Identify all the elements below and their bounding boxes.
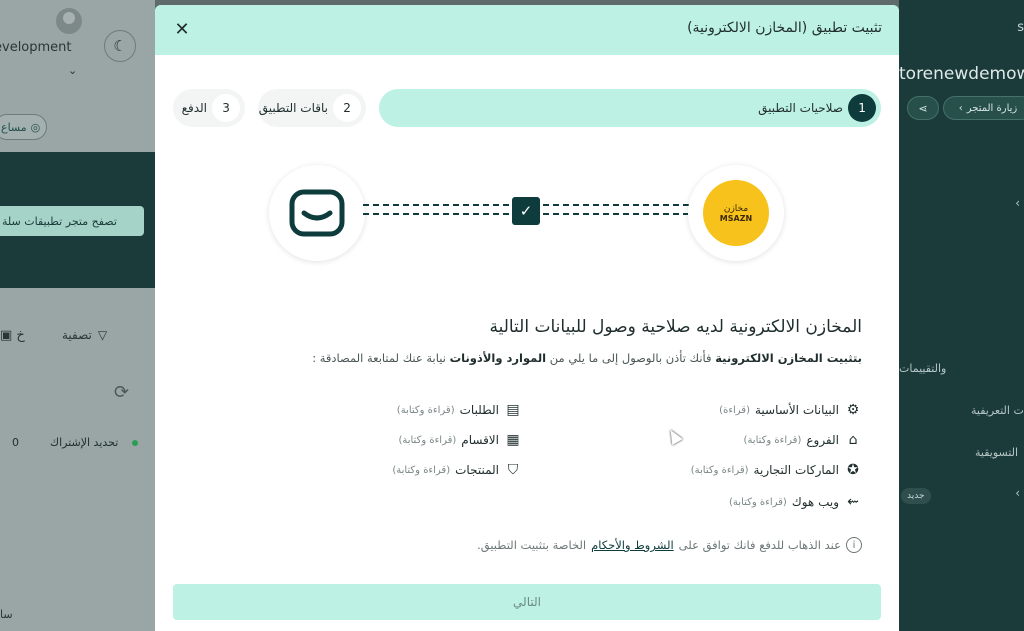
lifebuoy-icon: ◎ xyxy=(30,120,41,134)
filter-icon: ▽ xyxy=(97,328,108,342)
step-plans: 2 باقات التطبيق xyxy=(258,89,366,127)
msazn-logo-text-en: MSAZN xyxy=(719,213,753,223)
modal-title: تثبيت تطبيق (المخازن الالكترونية) xyxy=(687,20,882,36)
chevron-down-icon[interactable]: ⌄ xyxy=(68,64,77,77)
msazn-logo: مخازن MSAZN xyxy=(688,165,784,261)
store-name: torenewdemow xyxy=(899,64,1024,84)
background-right-sidebar: s torenewdemow ⋖ ‹ زيارة المتجر ‹ والتقي… xyxy=(899,0,1024,631)
permissions-title: المخازن الالكترونية لديه صلاحية وصول للب… xyxy=(489,317,862,337)
box-icon: ▤ xyxy=(506,402,520,418)
status-dot xyxy=(132,440,138,446)
terms-notice: i عند الذهاب للدفع فانك توافق على الشروط… xyxy=(477,537,862,553)
permissions-description: بتثبيت المخازن الالكترونية فأنك تأذن بال… xyxy=(312,351,862,365)
background-left-panel: evelopment ⌄ ☾ مساع ◎ تصفح متجر تطبيقات … xyxy=(0,0,155,631)
close-icon[interactable]: ✕ xyxy=(171,18,193,40)
bottom-text: سا xyxy=(0,608,13,621)
row-value: 0 xyxy=(12,436,19,449)
next-button[interactable]: التالي xyxy=(173,584,881,620)
moon-icon[interactable]: ☾ xyxy=(104,30,136,62)
permission-orders: ▤ الطلبات (قراءة وكتابة) xyxy=(397,401,522,419)
table-row: 0 تحديد الإشتراك xyxy=(0,430,155,456)
help-label: مساع xyxy=(1,120,27,134)
browse-app-store-button[interactable]: تصفح متجر تطبيقات سلة xyxy=(0,206,144,236)
sidebar-item-marketing[interactable]: التسويقية xyxy=(975,446,1018,459)
step-label: صلاحيات التطبيق xyxy=(758,101,843,115)
step-permissions: 1 صلاحيات التطبيق xyxy=(379,89,881,127)
bag-label: خ xyxy=(16,328,25,343)
brand-logo-fragment: s xyxy=(1017,20,1024,35)
step-number: 1 xyxy=(848,94,876,122)
step-payment: 3 الدفع xyxy=(173,89,245,127)
refresh-icon[interactable]: ⟳ xyxy=(114,382,129,403)
check-icon: ✓ xyxy=(512,197,540,225)
msazn-badge: مخازن MSAZN xyxy=(703,180,769,246)
chevron-icon: ‹ xyxy=(1015,486,1020,500)
sidebar-item-landing[interactable]: ت التعريفية xyxy=(971,404,1024,417)
modal-header: ✕ تثبيت تطبيق (المخازن الالكترونية) xyxy=(155,5,899,55)
salla-logo xyxy=(269,165,365,261)
shirt-icon: ⛉ xyxy=(507,462,519,478)
step-label: باقات التطبيق xyxy=(258,101,328,115)
install-app-modal: ✕ تثبيت تطبيق (المخازن الالكترونية) 1 صل… xyxy=(155,5,899,631)
visit-store-button[interactable]: ‹ زيارة المتجر xyxy=(943,96,1024,120)
webhook-icon: ⇜ xyxy=(847,494,859,510)
chevron-left-icon: ‹ xyxy=(958,102,963,114)
inbox-icon: ▦ xyxy=(506,432,520,448)
store-icon: ⌂ xyxy=(848,432,858,448)
permission-branches: ⌂ الفروع (قراءة وكتابة) xyxy=(744,431,862,449)
avatar[interactable] xyxy=(56,8,82,34)
award-icon: ✪ xyxy=(847,462,859,478)
gear-icon: ⚙ xyxy=(846,402,860,418)
permission-webhook: ⇜ ويب هوك (قراءة وكتابة) xyxy=(729,493,862,511)
filter-button[interactable]: تصفية ▽ xyxy=(62,328,107,342)
salla-bag-icon xyxy=(289,189,345,237)
step-label: الدفع xyxy=(181,101,207,115)
msazn-logo-text-ar: مخازن xyxy=(723,203,749,214)
bag-icon[interactable]: ▣ خ xyxy=(0,328,25,343)
share-icon[interactable]: ⋖ xyxy=(907,96,939,120)
filter-label: تصفية xyxy=(62,328,92,342)
sidebar-item-reviews[interactable]: والتقييمات xyxy=(899,362,946,375)
permission-basic-data: ⚙ البيانات الأساسية (قراءة) xyxy=(719,401,862,419)
step-number: 3 xyxy=(212,94,240,122)
terms-link[interactable]: الشروط والأحكام xyxy=(591,538,674,552)
permission-categories: ▦ الاقسام (قراءة وكتابة) xyxy=(398,431,522,449)
new-badge: جديد xyxy=(901,488,931,504)
chevron-icon: ‹ xyxy=(1015,196,1020,210)
help-button[interactable]: مساع ◎ xyxy=(0,114,48,140)
permission-products: ⛉ المنتجات (قراءة وكتابة) xyxy=(392,461,522,479)
store-env-label[interactable]: evelopment xyxy=(0,40,72,55)
permission-brands: ✪ الماركات التجارية (قراءة وكتابة) xyxy=(691,461,862,479)
info-icon: i xyxy=(846,537,862,553)
visit-store-label: زيارة المتجر xyxy=(966,102,1018,114)
row-text: تحديد الإشتراك xyxy=(50,436,119,449)
step-number: 2 xyxy=(333,94,361,122)
